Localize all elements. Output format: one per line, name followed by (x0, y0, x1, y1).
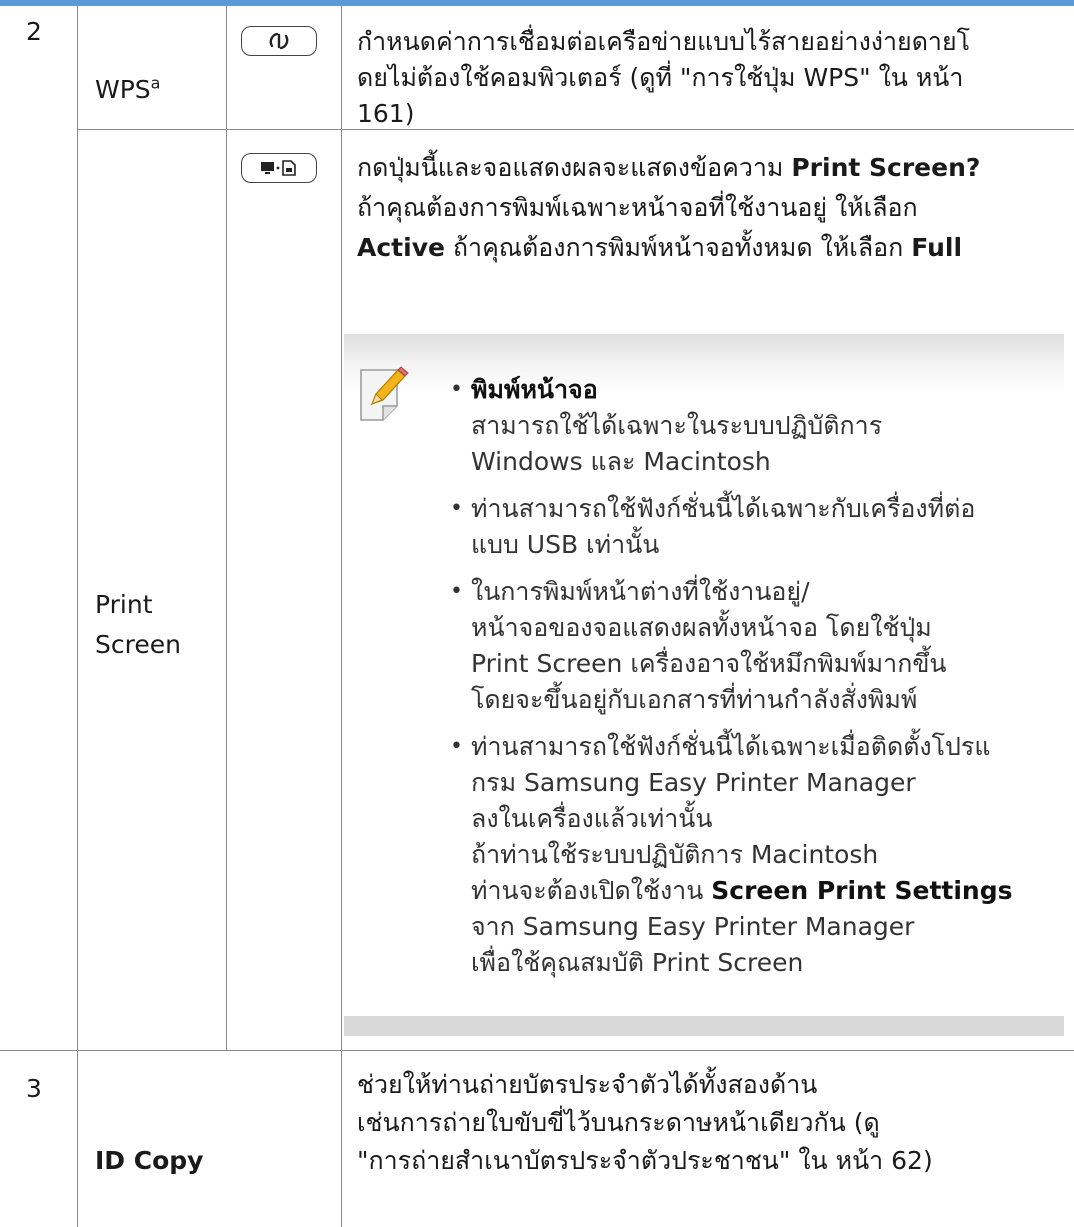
note-line: หน้าจอของจอแสดงผลทั้งหน้าจอ โดยใช้ปุ่ม (471, 613, 932, 642)
bullet-marker: • (450, 734, 463, 759)
note-pencil-icon (360, 366, 409, 421)
note-line: เพื่อใช้คุณสมบัติ Print Screen (471, 948, 804, 977)
wps-button[interactable] (241, 26, 317, 56)
table-top-rule (0, 0, 1074, 6)
note-line: ถ้าท่านใช้ระบบปฏิบัติการ Macintosh (471, 840, 879, 869)
note-line: Print Screen เครื่องอาจใช้หมึกพิมพ์มากขึ… (471, 649, 947, 678)
row-number: 3 (26, 1074, 42, 1103)
row-divider-2 (0, 1050, 1074, 1051)
col-divider-3 (341, 6, 342, 1227)
print-screen-desc-line: ถ้าคุณต้องการพิมพ์เฉพาะหน้าจอที่ใช้งานอย… (357, 193, 918, 222)
wps-icon (269, 32, 289, 50)
print-screen-icon (261, 160, 296, 176)
print-screen-desc-line: กดปุ่มนี้และจอแสดงผลจะแสดงข้อความ Print … (357, 153, 981, 182)
id-copy-label: ID Copy (95, 1146, 204, 1175)
note-line: สามารถใช้ได้เฉพาะในระบบปฏิบัติการ (471, 411, 883, 440)
bullet-marker: • (450, 579, 463, 604)
note-line: กรม Samsung Easy Printer Manager (471, 768, 916, 797)
bullet-marker: • (450, 377, 463, 402)
note-line: ท่านจะต้องเปิดใช้งาน Screen Print Settin… (471, 876, 1013, 905)
note-line: ลงในเครื่องแล้วเท่านั้น (471, 804, 713, 833)
note-line: จาก Samsung Easy Printer Manager (471, 912, 915, 941)
print-screen-desc-line: Active ถ้าคุณต้องการพิมพ์หน้าจอทั้งหมด ใ… (357, 233, 963, 262)
col-divider-1 (77, 6, 78, 1227)
bullet-marker: • (450, 496, 463, 521)
id-copy-desc-line: เช่นการถ่ายใบขับขี่ไว้บนกระดาษหน้าเดียวก… (357, 1108, 880, 1137)
wps-desc-line: ดยไม่ต้องใช้คอมพิวเตอร์ (ดูที่ "การใช้ปุ… (357, 63, 964, 92)
note-line: ในการพิมพ์หน้าต่างที่ใช้งานอยู่/ (471, 577, 810, 606)
print-screen-button[interactable] (241, 153, 317, 183)
note-line: โดยจะขึ้นอยู่กับเอกสารที่ท่านกำลังสั่งพิ… (471, 685, 918, 714)
col-divider-2 (226, 6, 227, 1050)
note-line: ท่านสามารถใช้ฟังก์ชั่นนี้ได้เฉพาะเมื่อติ… (471, 732, 991, 761)
print-screen-label: Print Screen (95, 590, 181, 659)
wps-label: WPSa (95, 73, 161, 104)
note-bottom-bar (344, 1016, 1064, 1036)
note-line: Windows และ Macintosh (471, 447, 771, 476)
id-copy-desc-line: "การถ่ายสำเนาบัตรประจำตัวประชาชน" ใน หน้… (357, 1146, 933, 1175)
id-copy-desc-line: ช่วยให้ท่านถ่ายบัตรประจำตัวได้ทั้งสองด้า… (357, 1070, 818, 1099)
note-bullet-title: พิมพ์หน้าจอ (471, 375, 598, 404)
note-line: ท่านสามารถใช้ฟังก์ชั่นนี้ได้เฉพาะกับเครื… (471, 494, 976, 523)
note-line: แบบ USB เท่านั้น (471, 530, 660, 559)
row-divider-1 (77, 129, 1074, 130)
wps-desc-line: กำหนดค่าการเชื่อมต่อเครือข่ายแบบไร้สายอย… (357, 27, 971, 56)
row-number: 2 (26, 17, 42, 46)
wps-desc-line: 161) (357, 99, 415, 128)
